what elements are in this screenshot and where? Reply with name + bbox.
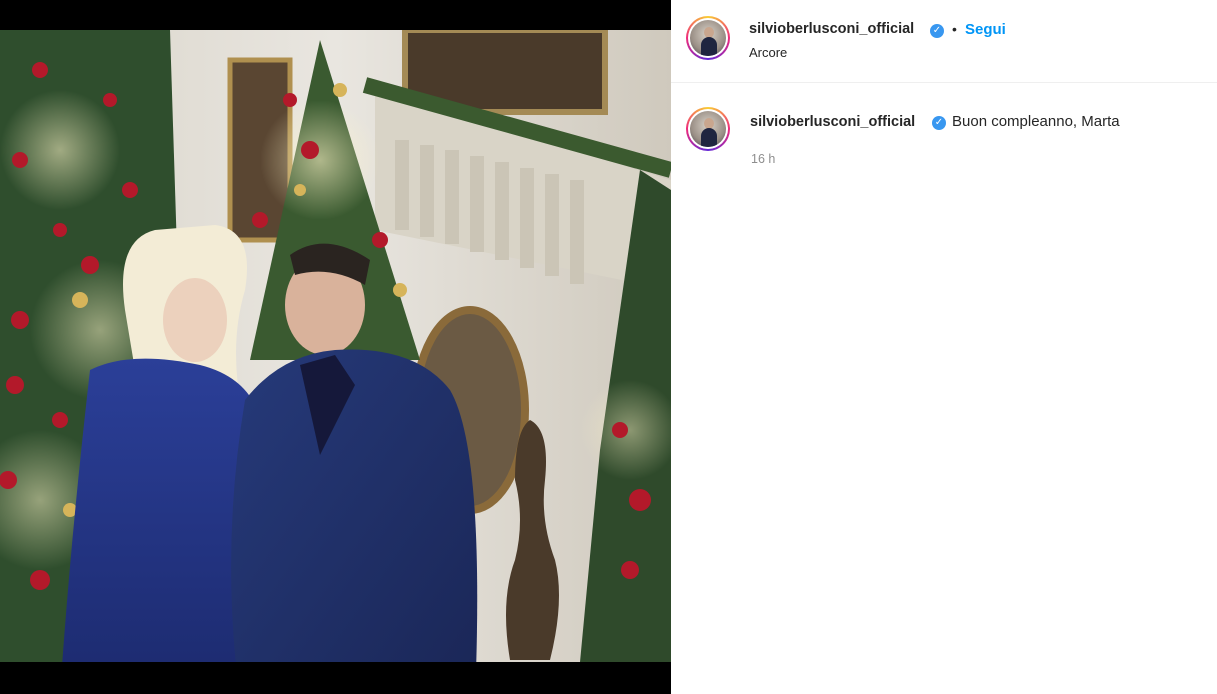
follow-button[interactable]: Segui <box>965 21 1006 38</box>
post-media[interactable] <box>0 0 671 694</box>
post-side-panel: silvioberlusconi_official ✓ • Segui Arco… <box>671 0 1217 694</box>
author-avatar[interactable] <box>686 16 730 60</box>
verified-badge-icon: ✓ <box>930 24 944 38</box>
author-username[interactable]: silvioberlusconi_official <box>749 21 914 37</box>
caption-username[interactable]: silvioberlusconi_official <box>750 114 915 130</box>
post-header: silvioberlusconi_official ✓ • Segui Arco… <box>671 0 1217 83</box>
caption-text: Buon compleanno, Marta <box>952 113 1120 130</box>
post-photo[interactable] <box>0 30 671 662</box>
header-separator: • <box>952 21 957 37</box>
caption-avatar[interactable] <box>686 107 730 151</box>
verified-badge-icon: ✓ <box>932 116 946 130</box>
post-time[interactable]: 16 h <box>751 152 775 166</box>
post-location[interactable]: Arcore <box>749 45 787 60</box>
